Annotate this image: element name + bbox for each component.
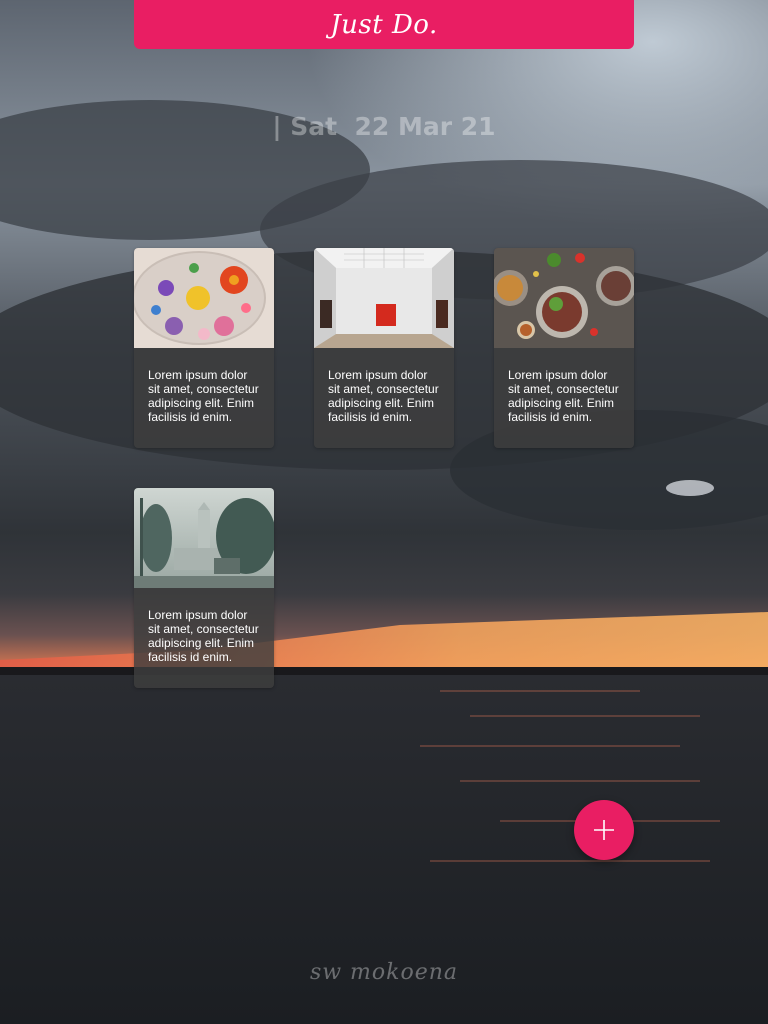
food-plates-photo xyxy=(494,248,634,348)
card-text: Lorem ipsum dolor sit amet, consectetur … xyxy=(148,608,259,664)
plus-icon xyxy=(594,820,614,840)
card-text: Lorem ipsum dolor sit amet, consectetur … xyxy=(508,368,619,424)
add-note-button[interactable] xyxy=(574,800,634,860)
app-title: Just Do. xyxy=(330,9,438,40)
gallery-room-photo xyxy=(314,248,454,348)
note-card[interactable]: Lorem ipsum dolor sit amet, consectetur … xyxy=(134,488,274,688)
card-text: Lorem ipsum dolor sit amet, consectetur … xyxy=(148,368,259,424)
footer-signature: sw mokoena xyxy=(309,960,459,985)
misty-street-photo xyxy=(134,488,274,588)
date-display: | Sat 22 Mar 21 xyxy=(272,112,496,141)
embroidered-flowers-photo xyxy=(134,248,274,348)
background-sunset-image xyxy=(0,0,768,1024)
note-card[interactable]: Lorem ipsum dolor sit amet, consectetur … xyxy=(134,248,274,448)
note-card[interactable]: Lorem ipsum dolor sit amet, consectetur … xyxy=(314,248,454,448)
note-card[interactable]: Lorem ipsum dolor sit amet, consectetur … xyxy=(494,248,634,448)
header-bar: Just Do. xyxy=(134,0,634,49)
card-text: Lorem ipsum dolor sit amet, consectetur … xyxy=(328,368,439,424)
